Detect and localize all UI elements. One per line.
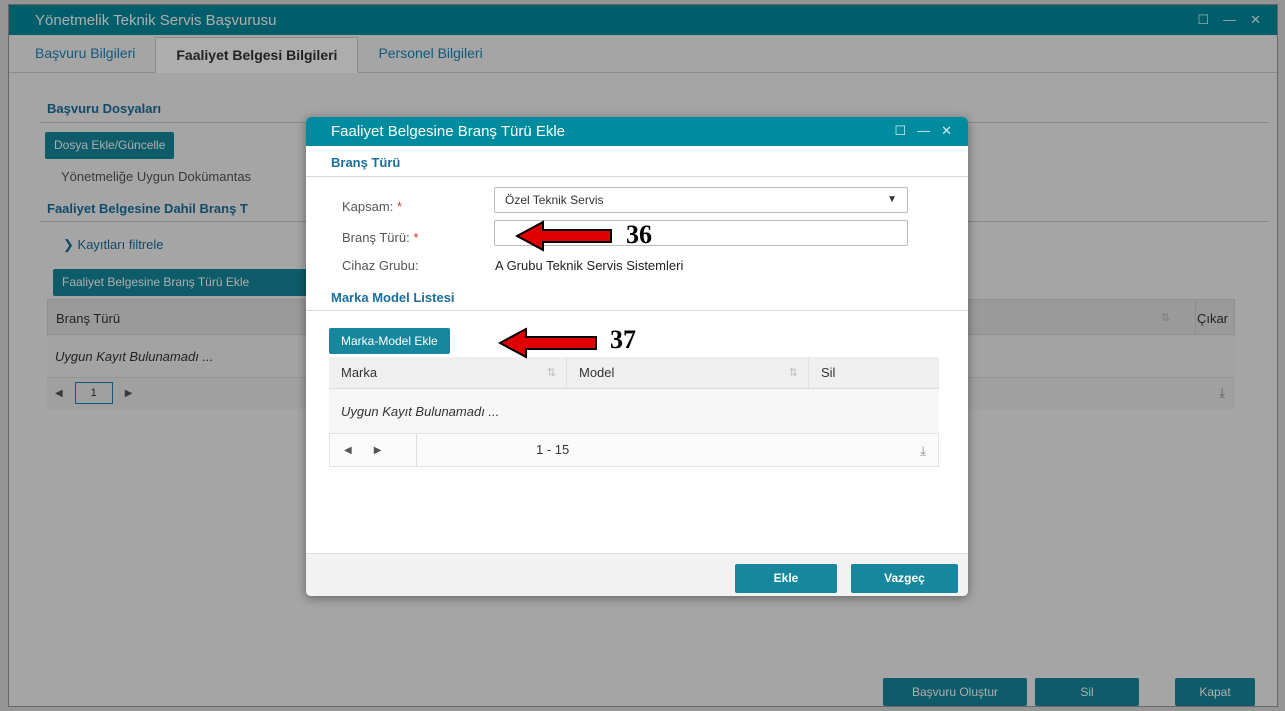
annotation-arrow-icon: [498, 327, 597, 359]
next-page-icon[interactable]: ▶: [374, 445, 382, 456]
column-brand[interactable]: Marka ⇅: [329, 357, 567, 388]
dropdown-caret-icon: ▼: [887, 194, 897, 205]
cancel-button[interactable]: Vazgeç: [851, 564, 958, 593]
required-marker: *: [396, 199, 402, 214]
column-delete: Sil: [821, 365, 836, 380]
download-icon[interactable]: ⤓: [920, 443, 926, 459]
table-empty-row: Uygun Kayıt Bulunamadı ...: [329, 389, 939, 433]
brand-model-table: Marka ⇅ Model ⇅ Sil Uygun Kayıt Bulunama…: [329, 357, 939, 467]
annotation-number-36: 36: [626, 220, 652, 249]
section-title-branch-type: Branş Türü: [331, 155, 401, 170]
page-range: 1 - 15: [536, 442, 570, 457]
divider: [306, 176, 968, 177]
minimize-icon[interactable]: —: [917, 123, 930, 139]
column-model[interactable]: Model ⇅: [567, 357, 809, 388]
scope-select[interactable]: Özel Teknik Servis ▼: [494, 187, 908, 213]
divider: [306, 310, 968, 311]
scope-label: Kapsam: *: [342, 199, 402, 214]
sort-icon[interactable]: ⇅: [789, 366, 798, 379]
table-header: Marka ⇅ Model ⇅ Sil: [329, 357, 939, 389]
device-group-value: A Grubu Teknik Servis Sistemleri: [495, 258, 684, 273]
prev-page-icon[interactable]: ◀: [344, 445, 352, 456]
maximize-icon[interactable]: ☐: [894, 123, 906, 139]
annotation-arrow-icon: [515, 220, 612, 252]
annotation-number-37: 37: [610, 325, 636, 354]
section-title-brand-model: Marka Model Listesi: [331, 290, 455, 305]
sort-icon[interactable]: ⇅: [547, 366, 556, 379]
dialog-title: Faaliyet Belgesine Branş Türü Ekle: [331, 123, 566, 140]
add-button[interactable]: Ekle: [735, 564, 837, 593]
required-marker: *: [413, 230, 419, 245]
add-brand-model-button[interactable]: Marka-Model Ekle: [329, 328, 450, 354]
dialog-footer: Ekle Vazgeç: [306, 553, 968, 596]
close-icon[interactable]: ✕: [941, 123, 952, 139]
device-group-label: Cihaz Grubu:: [342, 258, 419, 273]
add-branch-dialog: Faaliyet Belgesine Branş Türü Ekle ☐ — ✕…: [306, 117, 968, 596]
branch-type-label: Branş Türü: *: [342, 230, 419, 245]
table-pager: ◀ ▶ 1 - 15 ⤓: [329, 433, 939, 467]
dialog-titlebar: Faaliyet Belgesine Branş Türü Ekle ☐ — ✕: [306, 117, 968, 146]
